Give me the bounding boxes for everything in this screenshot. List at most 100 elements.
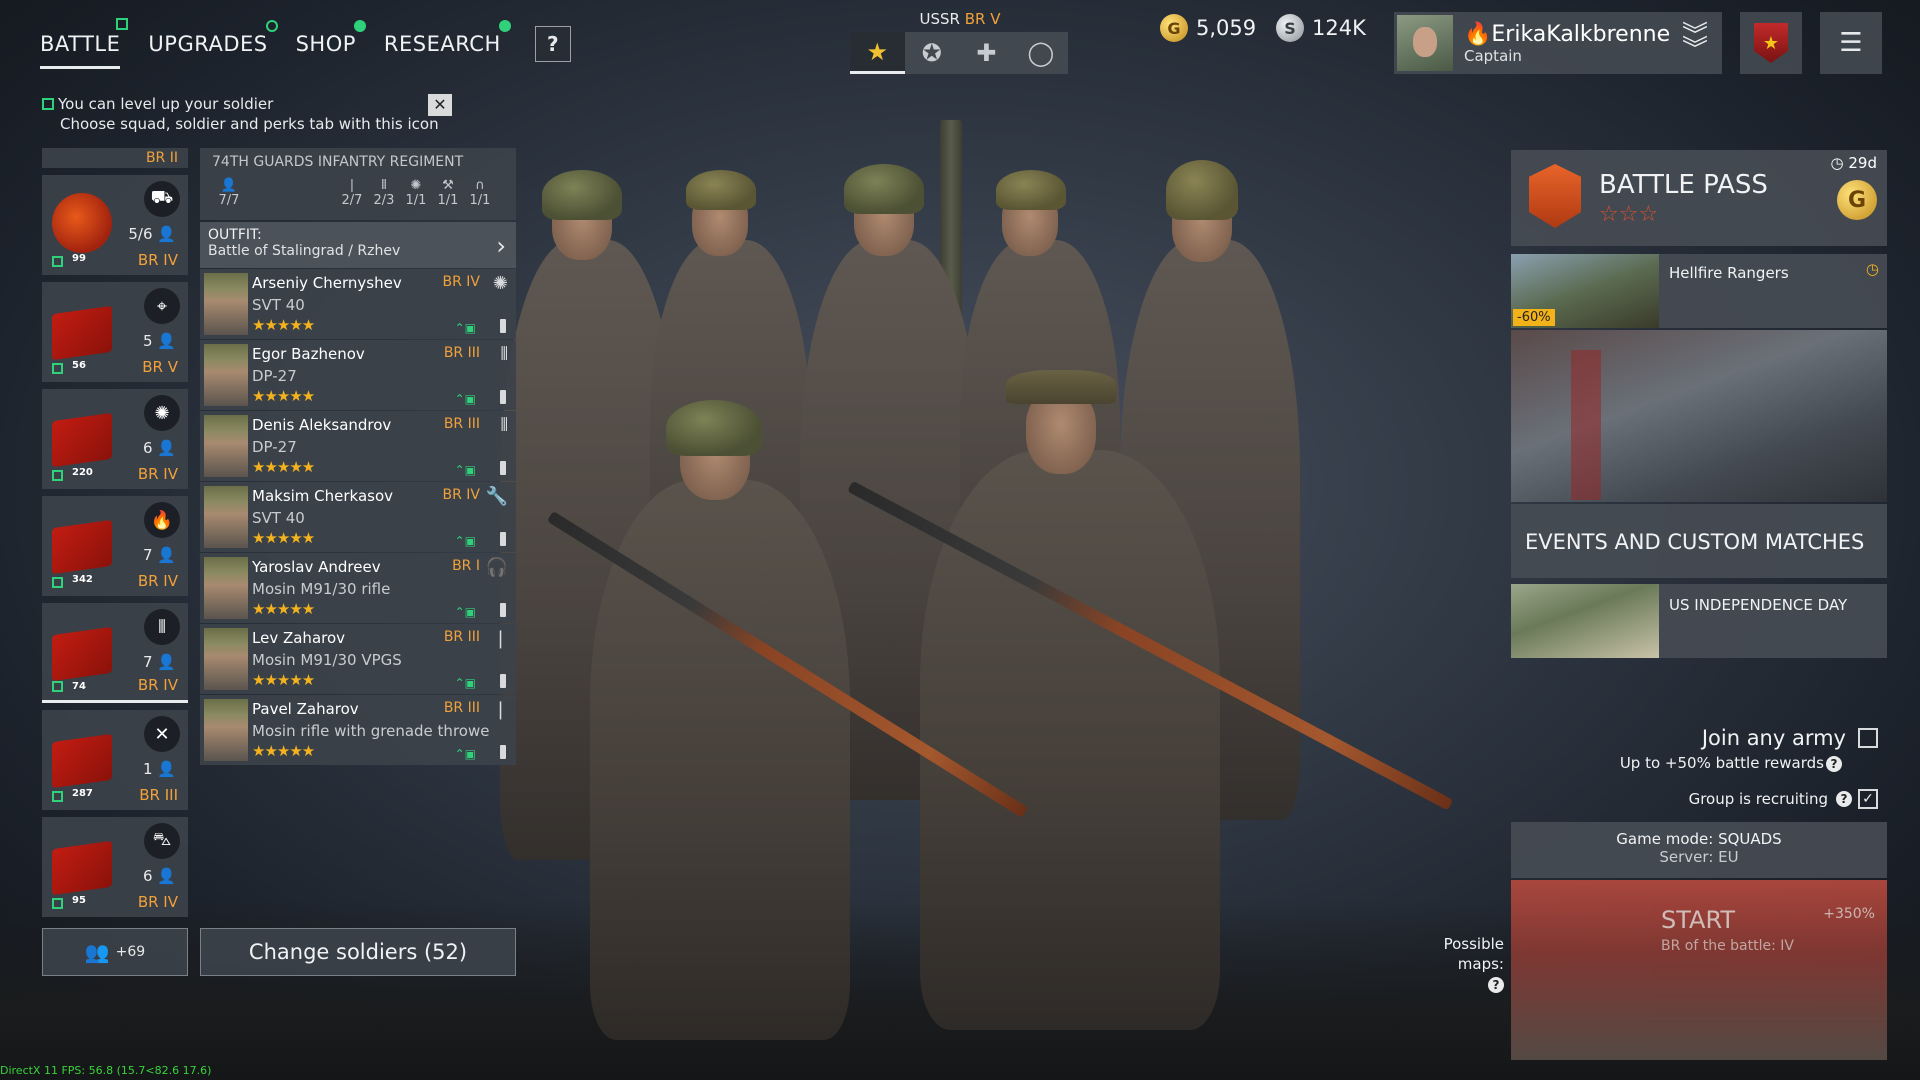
silver-balance[interactable]: S 124K [1276,14,1366,42]
possible-maps[interactable]: Possible maps: ? [1424,934,1504,994]
fps-counter: DirectX 11 FPS: 56.8 (15.7<82.6 17.6) [0,1064,212,1077]
upgrade-arrow-icon[interactable]: ⌃▣ [455,676,476,690]
soldier-name: Denis Aleksandrov [252,416,392,434]
upgrade-arrow-icon[interactable]: ⌃▣ [455,605,476,619]
level-up-square-icon [52,256,63,267]
soldier-br: BR IV [442,274,481,290]
start-button[interactable]: START BR of the battle: IV +350% [1511,880,1887,1060]
menu-button[interactable]: ☰ [1820,12,1882,74]
game-mode-selector[interactable]: Game mode: SQUADS Server: EU [1511,822,1887,878]
squad-count: 7 👤 [143,653,176,671]
achievements-button[interactable]: ★ [1740,12,1802,74]
soldier-row[interactable]: Pavel Zaharov Mosin rifle with grenade th… [200,695,516,765]
soldier-row[interactable]: Egor Bazhenov DP-27 ★★★★★ BR III ⫴ ⌃▣ [200,340,516,410]
question-icon[interactable]: ? [1488,977,1504,993]
soldier-row[interactable]: Denis Aleksandrov DP-27 ★★★★★ BR III ⫴ ⌃▣ [200,411,516,481]
banner-decoration [1571,350,1601,500]
gold-amount: 5,059 [1196,16,1257,40]
squad-br: BR IV [137,572,178,590]
squad-count-value: 6 [142,867,153,885]
soldier-name: Egor Bazhenov [252,345,365,363]
outfit-value: Battle of Stalingrad / Rzhev [208,243,401,259]
person-icon: 👤 [157,225,176,243]
event-thumbnail [1511,584,1659,658]
squad-emblem [52,626,112,682]
soldier-row[interactable]: Yaroslav Andreev Mosin M91/30 rifle ★★★★★ B… [200,553,516,623]
promo-image[interactable] [1511,330,1887,502]
person-icon: 👤 [157,653,176,671]
battle-pass-card[interactable]: BATTLE PASS ☆☆☆ ◷ 29d G [1511,150,1887,246]
events-button[interactable]: EVENTS AND CUSTOM MATCHES [1511,504,1887,578]
soldier-portrait [204,628,248,690]
equipment-icon [500,745,506,759]
outfit-selector[interactable]: OUTFIT: Battle of Stalingrad / Rzhev › [200,222,516,268]
circle-icon[interactable]: ◯ [1014,32,1069,74]
machinegun-icon: ⫴ [500,415,508,436]
wrench-icon: ⚒ [442,178,454,193]
radio-slot: ∩ 1/1 [464,178,496,208]
star-circle-icon[interactable]: ✪ [905,32,960,74]
squad-detail-panel: 74TH GUARDS INFANTRY REGIMENT 👤 7/7 ❘ 2/7 … [200,148,516,765]
capacity: 👤 7/7 [212,178,246,208]
soldier-squad-scene [490,110,1510,1050]
offer-card[interactable]: -60% Hellfire Rangers ◷ [1511,254,1887,328]
player-name: 🔥ErikaKalkbrenne [1464,21,1671,47]
rifle-slot: ❘ 2/7 [336,178,368,208]
tab-shop[interactable]: SHOP [296,18,366,66]
group-recruiting-checkbox[interactable]: ✓ [1858,789,1878,809]
tab-battle[interactable]: BATTLE [40,18,129,69]
tab-research[interactable]: RESEARCH [384,18,511,66]
help-button[interactable]: ? [534,26,571,62]
soldier-portrait [204,273,248,335]
question-icon[interactable]: ? [1836,791,1852,807]
change-soldiers-button[interactable]: Change soldiers (52) [200,928,516,976]
upgrade-arrow-icon[interactable]: ⌃▣ [455,534,476,548]
join-sub-label: Up to +50% battle rewards [1619,754,1824,772]
upgrade-arrow-icon[interactable]: ⌃▣ [455,321,476,335]
squad-card[interactable]: 342 🔥 7 👤 BR IV [42,496,188,596]
reserve-button[interactable]: 👥 +69 [42,928,188,976]
star-icon[interactable]: ★ [850,32,905,74]
soldier-row[interactable]: Arseniy Chernyshev SVT 40 ★★★★★ BR IV ✺ ⌃▣ [200,269,516,339]
explosive-slot: ✺ 1/1 [400,178,432,208]
rifle-icon: ❘ [493,628,508,649]
flame-icon: 🔥 [144,502,180,538]
join-any-army-checkbox[interactable] [1858,728,1878,748]
tab-upgrades[interactable]: UPGRADES [148,18,278,66]
soldier-weapon: Mosin M91/30 rifle [252,580,391,598]
squad-card[interactable]: 220 ✺ 6 👤 BR IV [42,389,188,489]
soldier-weapon: DP-27 [252,438,297,456]
squad-emblem-number: 95 [72,895,86,906]
upgrade-arrow-icon[interactable]: ⌃▣ [455,463,476,477]
upgrade-arrow-icon[interactable]: ⌃▣ [455,392,476,406]
machinegun-icon: ⫴ [500,344,508,365]
machinegun-icon: ⫴ [381,178,387,193]
tank-icon: ⛟ [144,181,180,217]
squad-list-top-br[interactable]: BR II [42,148,188,168]
class-glyph: ⫴ [158,616,166,638]
soldier-class-glyph: 🎧 [485,557,508,578]
squad-card[interactable]: 56 ⌖ 5 👤 BR V [42,282,188,382]
profile-card[interactable]: 🔥ErikaKalkbrenne Captain ︾ ︾ [1394,12,1722,74]
event-card[interactable]: US INDEPENDENCE DAY [1511,584,1887,658]
soldier-row[interactable]: Lev Zaharov Mosin M91/30 VPGS ★★★★★ BR III ❘… [200,624,516,694]
soldier-row[interactable]: Maksim Cherkasov SVT 40 ★★★★★ BR IV 🔧 ⌃▣ [200,482,516,552]
squad-card[interactable]: 95 ⛍ 6 👤 BR IV [42,817,188,917]
squad-count-value: 7 [142,653,153,671]
gold-balance[interactable]: G 5,059 [1160,14,1256,42]
squad-list: BR II 99 ⛟ 5/6 👤 BR IV 56 ⌖ 5 👤 BR V 220 ✺ 6 👤 BR I… [42,148,188,917]
upgrade-arrow-icon[interactable]: ⌃▣ [455,747,476,761]
class-glyph: ⛟ [150,187,174,208]
server-label: Server: EU [1659,848,1739,866]
level-up-square-icon [52,681,63,692]
soldier-name: Arseniy Chernyshev [252,274,402,292]
hint-close-button[interactable]: ✕ [428,94,452,116]
class-glyph: ⛍ [152,829,172,850]
soldier-class-glyph: ❘ [492,699,508,720]
squad-card[interactable]: 74 ⫴ 7 👤 BR IV [42,603,188,703]
battle-pass-emblem-icon [1529,164,1581,228]
cross-icon[interactable]: ✚ [959,32,1014,74]
squad-card[interactable]: 99 ⛟ 5/6 👤 BR IV [42,175,188,275]
question-icon[interactable]: ? [1826,756,1842,772]
squad-card[interactable]: 287 ✕ 1 👤 BR III [42,710,188,810]
